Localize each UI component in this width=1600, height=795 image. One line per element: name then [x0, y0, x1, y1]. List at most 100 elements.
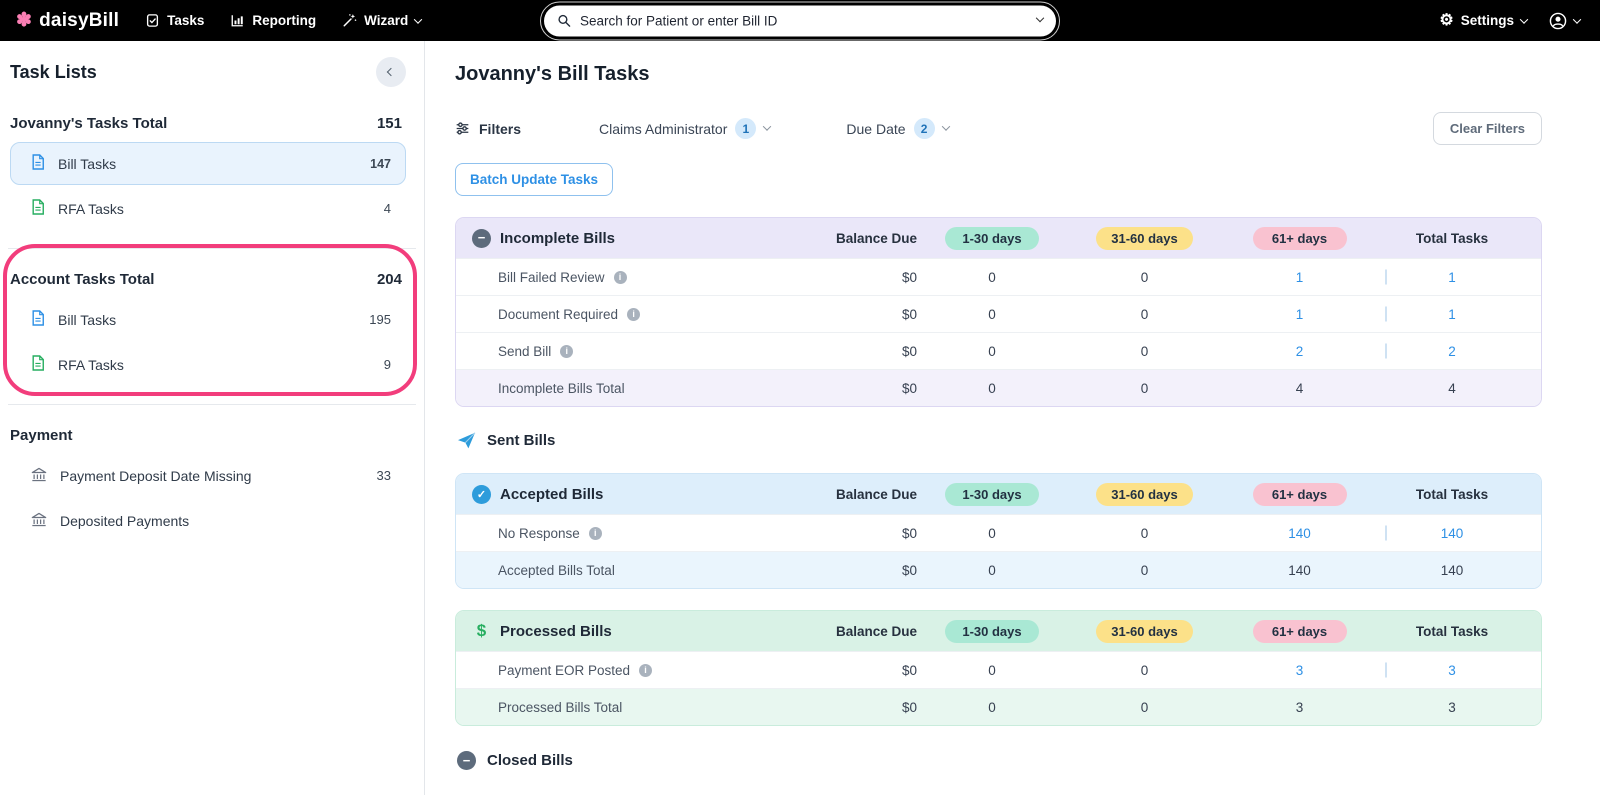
- total-tasks-link[interactable]: 140: [1441, 526, 1464, 541]
- batch-update-tasks-button[interactable]: Batch Update Tasks: [455, 163, 614, 196]
- chevron-down-icon: [414, 14, 423, 24]
- bill-document-icon: [31, 310, 45, 329]
- days-61-plus-link[interactable]: 1: [1296, 270, 1304, 285]
- days-61-plus-link[interactable]: 3: [1296, 663, 1304, 678]
- filter-claims-administrator[interactable]: Claims Administrator 1: [599, 118, 772, 139]
- search-icon: [558, 14, 571, 27]
- column-31-60-days: 31-60 days: [1096, 226, 1193, 250]
- days-61-plus-value: 3: [1295, 699, 1304, 715]
- column-61-plus-days: 61+ days: [1252, 619, 1347, 643]
- row-label: Incomplete Bills Total: [498, 380, 625, 396]
- search-scope-chevron-icon[interactable]: [1035, 13, 1045, 23]
- section-count: 204: [376, 271, 402, 288]
- paper-plane-icon[interactable]: [457, 432, 476, 449]
- sidebar-item-rfa-tasks[interactable]: RFA Tasks 4: [10, 187, 406, 230]
- table-row-bill-failed-review: Bill Failed Review $0 0 0 1 1: [456, 258, 1541, 295]
- sidebar-item-account-rfa-tasks[interactable]: RFA Tasks 9: [10, 343, 406, 386]
- main-panel: Jovanny's Bill Tasks Filters Claims Admi…: [425, 41, 1600, 795]
- sidebar-item-bill-tasks[interactable]: Bill Tasks 147: [10, 142, 406, 185]
- dollar-icon[interactable]: [472, 621, 491, 641]
- total-tasks-link[interactable]: 2: [1448, 344, 1456, 359]
- check-circle-icon[interactable]: [472, 484, 491, 504]
- item-label: Payment Deposit Date Missing: [60, 467, 252, 484]
- section-jovannys-tasks: Jovanny's Tasks Total 151: [10, 115, 402, 132]
- group-title: Sent Bills: [487, 432, 556, 449]
- item-label: RFA Tasks: [58, 200, 124, 217]
- balance-value: $0: [901, 662, 917, 678]
- balance-value: $0: [901, 380, 917, 396]
- days-61-plus-link[interactable]: 1: [1296, 307, 1304, 322]
- rfa-document-icon: [31, 355, 45, 374]
- total-tasks-link[interactable]: 1: [1448, 307, 1456, 322]
- days-1-30-value: 0: [988, 562, 996, 578]
- collapse-minus-circle-icon[interactable]: [472, 228, 491, 248]
- table-row-incomplete-bills-total: Incomplete Bills Total $0 0 0 4 4: [456, 369, 1541, 406]
- global-search[interactable]: [540, 1, 1060, 40]
- sidebar-item-deposited-payments[interactable]: Deposited Payments: [10, 499, 406, 542]
- nav-reporting[interactable]: Reporting: [230, 13, 316, 28]
- navbar-right: Settings: [1439, 12, 1582, 30]
- sidebar-collapse-button[interactable]: [376, 57, 406, 87]
- nav-wizard[interactable]: Wizard: [342, 13, 423, 28]
- chevron-left-icon: [386, 67, 396, 77]
- section-heading: Jovanny's Tasks Total: [10, 115, 168, 132]
- item-count: 4: [383, 201, 391, 216]
- info-icon[interactable]: [627, 307, 641, 321]
- column-total-tasks: Total Tasks: [1415, 623, 1489, 639]
- days-1-30-value: 0: [988, 662, 996, 678]
- days-31-60-value: 0: [1140, 525, 1149, 541]
- daisybill-logo[interactable]: daisyBill: [16, 9, 119, 32]
- chevron-down-icon: [763, 121, 772, 131]
- info-icon[interactable]: [613, 270, 627, 284]
- row-label: No Response: [498, 525, 580, 541]
- search-input[interactable]: [580, 13, 1028, 28]
- days-31-60-value: 0: [1140, 269, 1149, 285]
- nav-tasks[interactable]: Tasks: [145, 13, 204, 28]
- info-icon[interactable]: [639, 663, 653, 677]
- app-window: daisyBill Tasks Reporting Wizard Setting…: [0, 0, 1600, 795]
- accepted-bills-header: Accepted Bills Balance Due 1-30 days 31-…: [456, 474, 1541, 514]
- row-label: Payment EOR Posted: [498, 662, 631, 678]
- clear-filters-button[interactable]: Clear Filters: [1432, 112, 1542, 145]
- info-icon[interactable]: [560, 344, 574, 358]
- bank-icon: [31, 467, 47, 485]
- section-payment: Payment: [10, 427, 402, 444]
- total-tasks-link[interactable]: 3: [1448, 663, 1456, 678]
- total-tasks-value: 140: [1440, 562, 1464, 578]
- accepted-bills-card: Accepted Bills Balance Due 1-30 days 31-…: [455, 473, 1542, 589]
- days-31-60-value: 0: [1140, 306, 1149, 322]
- total-tasks-link[interactable]: 1: [1448, 270, 1456, 285]
- filters-button[interactable]: Filters: [455, 121, 521, 137]
- column-1-30-days: 1-30 days: [945, 619, 1039, 643]
- group-title: Closed Bills: [487, 752, 573, 769]
- sidebar-title: Task Lists: [10, 61, 97, 82]
- filter-due-date[interactable]: Due Date 2: [846, 118, 950, 139]
- sidebar-item-account-bill-tasks[interactable]: Bill Tasks 195: [10, 298, 406, 341]
- table-row-no-response: No Response $0 0 0 140 140: [456, 514, 1541, 551]
- table-row-processed-bills-total: Processed Bills Total $0 0 0 3 3: [456, 688, 1541, 725]
- column-total-tasks: Total Tasks: [1415, 230, 1489, 246]
- bill-document-icon: [31, 154, 45, 173]
- bar-chart-icon: [231, 15, 244, 27]
- balance-value: $0: [901, 269, 917, 285]
- column-31-60-days: 31-60 days: [1096, 482, 1193, 506]
- column-61-plus-days: 61+ days: [1252, 226, 1347, 250]
- days-1-30-value: 0: [988, 306, 996, 322]
- days-1-30-value: 0: [988, 699, 996, 715]
- account-menu[interactable]: [1549, 12, 1582, 30]
- nav-reporting-label: Reporting: [252, 13, 317, 28]
- total-tasks-value: 3: [1448, 699, 1456, 715]
- balance-value: $0: [901, 343, 917, 359]
- days-61-plus-link[interactable]: 140: [1288, 526, 1311, 541]
- info-icon[interactable]: [588, 526, 602, 540]
- days-61-plus-link[interactable]: 2: [1296, 344, 1304, 359]
- column-balance-due: Balance Due: [835, 623, 917, 639]
- sidebar-divider: [8, 404, 416, 405]
- nav-settings[interactable]: Settings: [1439, 13, 1529, 29]
- sidebar-item-payment-deposit-date-missing[interactable]: Payment Deposit Date Missing 33: [10, 454, 406, 497]
- incomplete-bills-card: Incomplete Bills Balance Due 1-30 days 3…: [455, 217, 1542, 407]
- days-61-plus-value: 140: [1288, 562, 1311, 578]
- balance-value: $0: [901, 525, 917, 541]
- collapse-minus-circle-icon[interactable]: [457, 751, 476, 770]
- gear-icon: [1439, 13, 1453, 29]
